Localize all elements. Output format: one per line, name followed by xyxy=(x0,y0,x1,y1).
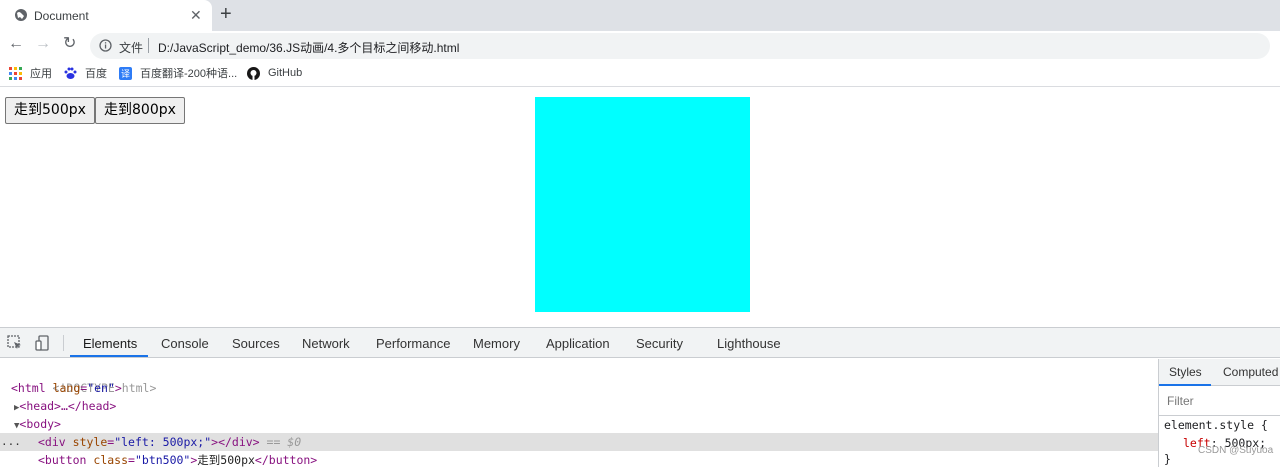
browser-toolbar: ← → ↻ 文件 D:/JavaScript_demo/36.JS动画/4.多个… xyxy=(0,31,1280,59)
button-tag-end: </button> xyxy=(254,453,318,467)
close-tab-icon[interactable]: ✕ xyxy=(190,7,202,23)
tab-elements[interactable]: Elements xyxy=(83,336,137,351)
dom-body[interactable]: ▼<body> xyxy=(0,415,1158,433)
device-toolbar-icon[interactable] xyxy=(35,335,51,351)
div-tag: <div xyxy=(38,435,66,449)
dom-div-selected[interactable]: ... <div style="left: 500px;"></div> == $… xyxy=(0,433,1158,451)
style-attr: style xyxy=(72,435,108,449)
bookmark-baidu-translate[interactable]: 译 百度翻译-200种语... xyxy=(119,65,237,81)
bookmark-label: 百度翻译-200种语... xyxy=(140,68,238,80)
button-text: 走到500px xyxy=(197,453,255,467)
address-bar[interactable]: 文件 D:/JavaScript_demo/36.JS动画/4.多个目标之间移动… xyxy=(90,33,1270,59)
go-500-button[interactable]: 走到500px xyxy=(5,97,95,124)
styles-tabbar: Styles Computed xyxy=(1159,359,1280,386)
devtools-tabbar: Elements Console Sources Network Perform… xyxy=(0,328,1280,358)
styles-divider xyxy=(1159,415,1280,416)
tab-console[interactable]: Console xyxy=(161,336,209,351)
dom-html[interactable]: <html lang="en"> xyxy=(0,379,1158,397)
bookmark-baidu[interactable]: 百度 xyxy=(64,65,107,81)
go-800-button[interactable]: 走到800px xyxy=(95,97,185,124)
github-icon xyxy=(247,66,260,80)
bookmark-apps[interactable]: 应用 xyxy=(9,65,52,81)
back-icon[interactable]: ← xyxy=(8,35,24,53)
bookmarks-bar: 应用 百度 译 百度翻译-200种语... GitHub xyxy=(0,59,1280,87)
selected-marker: == $0 xyxy=(259,435,302,449)
forward-icon[interactable]: → xyxy=(35,35,51,53)
tab-computed[interactable]: Computed xyxy=(1223,365,1278,379)
bookmark-label: 应用 xyxy=(30,68,52,80)
tab-network[interactable]: Network xyxy=(302,336,350,351)
class-attr: class xyxy=(93,453,129,467)
styles-filter-input[interactable]: Filter xyxy=(1167,394,1194,408)
tab-strip: Document ✕ + xyxy=(0,0,1280,31)
new-tab-button[interactable]: + xyxy=(220,3,232,25)
head-tag: <head>…</head> xyxy=(19,399,117,413)
body-tag: <body> xyxy=(19,417,61,431)
baidu-paw-icon xyxy=(64,67,77,79)
dom-button[interactable]: <button class="btn500">走到500px</button> xyxy=(0,451,1158,469)
html-tag: <html xyxy=(11,381,46,395)
style-selector[interactable]: element.style { xyxy=(1164,418,1268,432)
page-viewport: 走到500px 走到800px xyxy=(0,88,1280,327)
info-icon[interactable] xyxy=(99,39,112,52)
active-tab-indicator xyxy=(70,355,148,357)
lang-attr: lang xyxy=(52,381,81,395)
more-options-icon[interactable]: ... xyxy=(1,433,21,451)
url-text[interactable]: D:/JavaScript_demo/36.JS动画/4.多个目标之间移动.ht… xyxy=(158,39,459,56)
class-value: "btn500" xyxy=(134,453,191,467)
inspect-element-icon[interactable] xyxy=(7,335,23,351)
tab-lighthouse[interactable]: Lighthouse xyxy=(717,336,781,351)
translate-icon: 译 xyxy=(119,66,132,80)
style-close: } xyxy=(1164,452,1171,466)
tab-sources[interactable]: Sources xyxy=(232,336,280,351)
styles-tab-indicator xyxy=(1159,384,1211,386)
dom-doctype[interactable]: <!DOCTYPE html> xyxy=(0,361,1158,395)
elements-tree: <!DOCTYPE html> <html lang="en"> ▶<head>… xyxy=(0,359,1158,467)
bookmark-label: GitHub xyxy=(268,67,303,79)
tab-title: Document xyxy=(34,9,89,23)
watermark: CSDN @Suyuoa xyxy=(1198,445,1274,456)
tab-styles[interactable]: Styles xyxy=(1169,365,1202,379)
svg-text:译: 译 xyxy=(121,69,130,80)
url-scheme-label: 文件 xyxy=(119,41,144,55)
lang-value: "en" xyxy=(87,381,115,395)
html-tag-end: > xyxy=(114,381,122,395)
tab-application[interactable]: Application xyxy=(546,336,610,351)
bookmark-github[interactable]: GitHub xyxy=(247,65,302,81)
reload-icon[interactable]: ↻ xyxy=(63,35,76,53)
moving-box xyxy=(535,97,750,312)
tab-memory[interactable]: Memory xyxy=(473,336,520,351)
dom-head[interactable]: ▶<head>…</head> xyxy=(0,397,1158,415)
tab-performance[interactable]: Performance xyxy=(376,336,450,351)
devtools-panel: Elements Console Sources Network Perform… xyxy=(0,327,1280,467)
bookmark-label: 百度 xyxy=(85,68,107,80)
toolbar-divider xyxy=(63,335,64,351)
browser-tab[interactable]: Document ✕ xyxy=(0,0,212,31)
apps-grid-icon xyxy=(9,66,22,80)
globe-icon xyxy=(15,9,27,21)
button-tag: <button xyxy=(38,453,87,467)
url-separator xyxy=(148,38,149,53)
style-value: "left: 500px;" xyxy=(114,435,212,449)
tab-security[interactable]: Security xyxy=(636,336,683,351)
div-tag-end: ></div> xyxy=(211,435,260,449)
